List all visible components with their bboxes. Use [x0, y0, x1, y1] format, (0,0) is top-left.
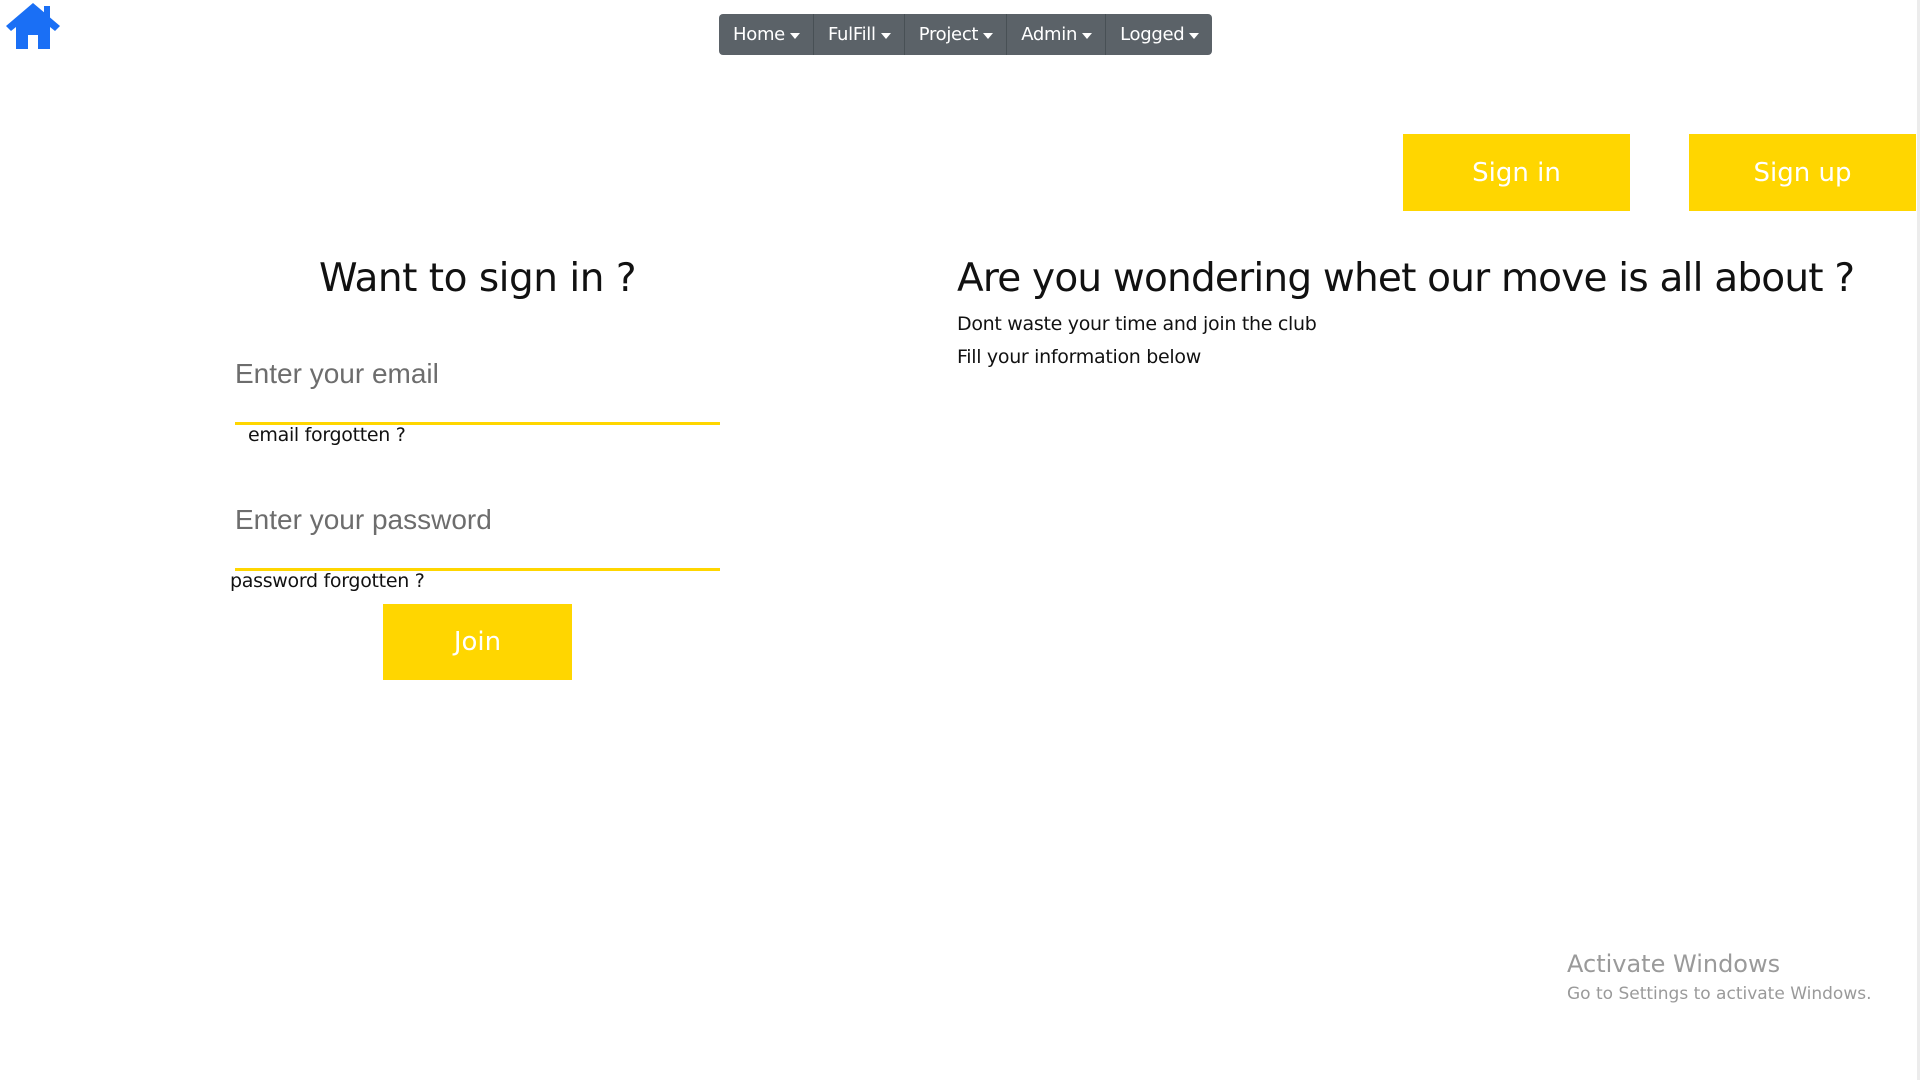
caret-down-icon — [880, 32, 891, 39]
caret-down-icon — [1082, 32, 1093, 39]
nav-item-fulfill[interactable]: FulFill — [814, 14, 905, 55]
password-forgotten-link[interactable]: password forgotten ? — [230, 570, 425, 592]
email-forgotten-link[interactable]: email forgotten ? — [248, 424, 406, 446]
sign-up-button[interactable]: Sign up — [1689, 134, 1916, 211]
password-input[interactable] — [235, 490, 720, 571]
nav-item-label: Home — [733, 24, 785, 45]
nav-item-logged[interactable]: Logged — [1106, 14, 1212, 55]
home-icon[interactable] — [4, 0, 62, 52]
watermark-title: Activate Windows — [1567, 950, 1781, 978]
nav-item-label: Logged — [1120, 24, 1185, 45]
signin-form-title: Want to sign in ? — [318, 256, 637, 301]
activate-windows-watermark: Activate Windows Go to Settings to activ… — [1567, 950, 1872, 1004]
caret-down-icon — [789, 32, 800, 39]
caret-down-icon — [1189, 32, 1200, 39]
caret-down-icon — [983, 32, 994, 39]
page: Home FulFill Project Admin Logged Sign i… — [0, 0, 1920, 1080]
top-navigation: Home FulFill Project Admin Logged — [719, 14, 1213, 55]
nav-item-label: FulFill — [827, 24, 876, 45]
nav-item-admin[interactable]: Admin — [1007, 14, 1107, 55]
info-text-line: Fill your information below — [957, 346, 1201, 368]
nav-item-home[interactable]: Home — [719, 14, 814, 55]
nav-item-label: Project — [918, 24, 979, 45]
watermark-subtitle: Go to Settings to activate Windows. — [1567, 984, 1872, 1004]
nav-item-label: Admin — [1021, 24, 1078, 45]
join-button[interactable]: Join — [383, 604, 572, 680]
nav-item-project[interactable]: Project — [905, 14, 1008, 55]
info-text-line: Dont waste your time and join the club — [957, 313, 1317, 335]
sign-in-button[interactable]: Sign in — [1403, 134, 1630, 211]
info-title: Are you wondering whet our move is all a… — [957, 256, 1855, 301]
email-input[interactable] — [235, 344, 720, 425]
